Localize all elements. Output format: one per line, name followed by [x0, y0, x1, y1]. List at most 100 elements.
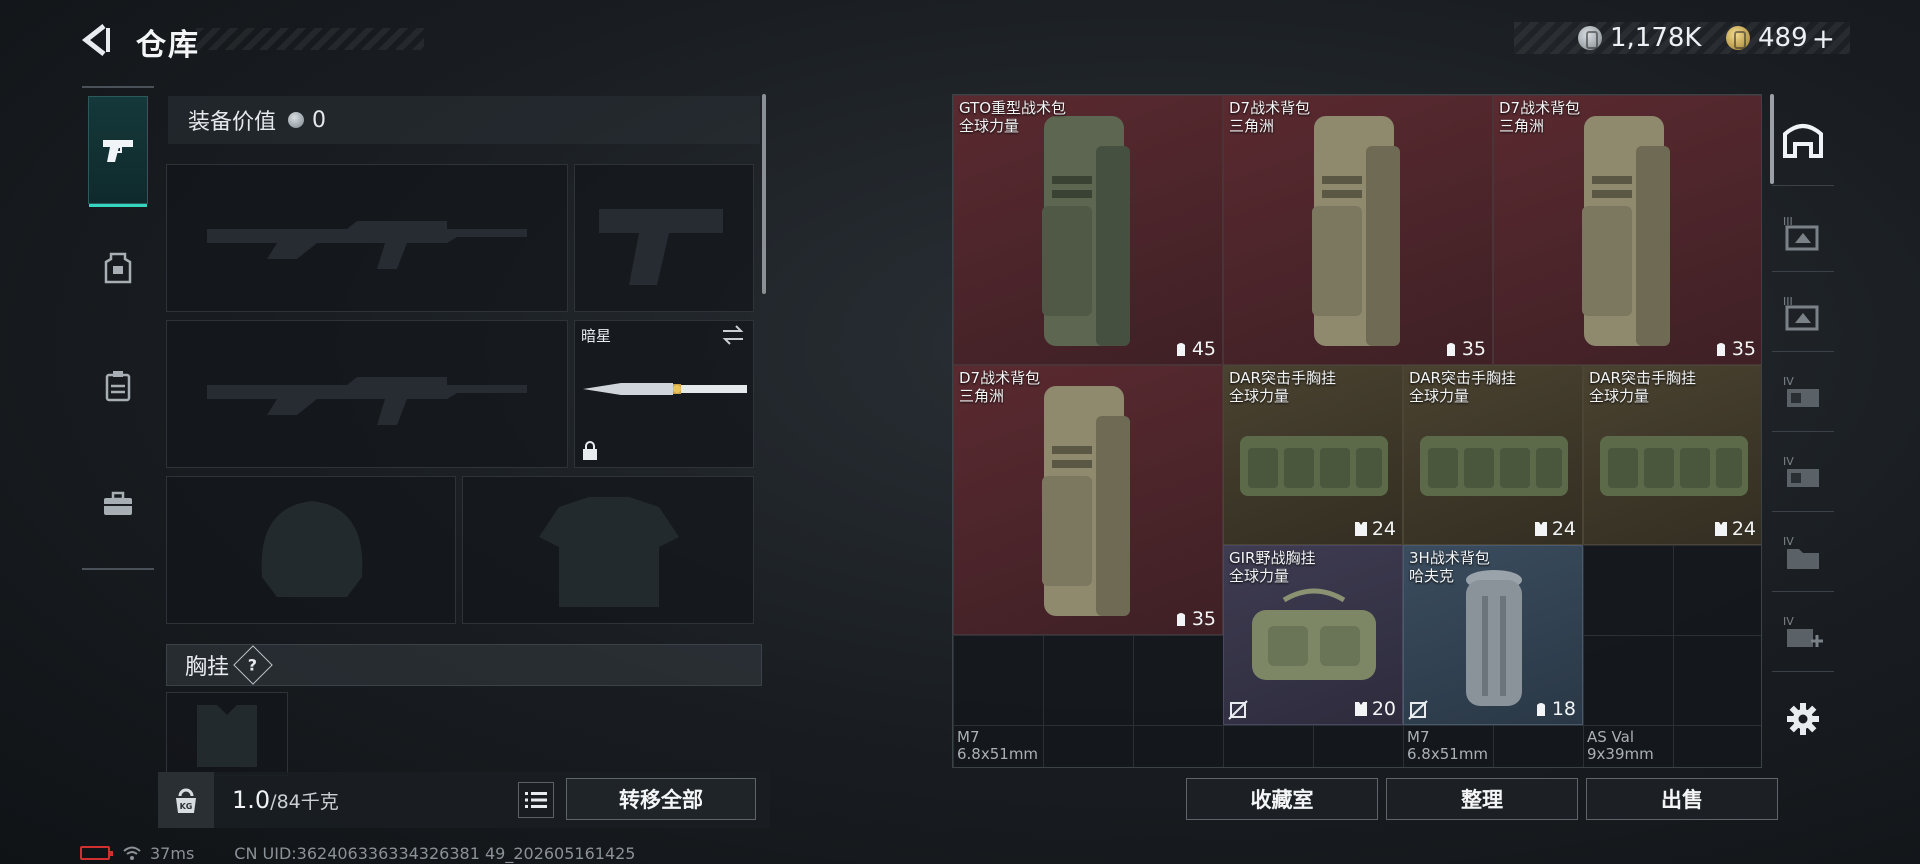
chest-rig-header: 胸挂 ? [166, 644, 762, 686]
item-capacity: 45 [1174, 338, 1216, 360]
item-name: GIR野战胸挂 全球力量 [1229, 549, 1316, 585]
stash-tab[interactable]: IV [1772, 434, 1834, 512]
armor-silhouette-icon [539, 497, 679, 607]
stash-item[interactable]: D7战术背包 三角洲 35 [1493, 95, 1761, 365]
armor-slot[interactable] [462, 476, 754, 624]
chest-rig-art-icon [1420, 436, 1568, 496]
stash-tab[interactable]: IV [1772, 354, 1834, 432]
stash-item[interactable]: 3H战术背包 哈夫克 18 [1403, 545, 1583, 725]
item-name: DAR突击手胸挂 全球力量 [1589, 369, 1696, 405]
collection-room-button[interactable]: 收藏室 [1186, 778, 1378, 820]
backpack-art-icon [1582, 116, 1670, 346]
item-name: 3H战术背包 哈夫克 [1409, 549, 1490, 585]
item-capacity: 18 [1534, 698, 1576, 720]
armor-plate-icon [104, 252, 132, 284]
item-name: DAR突击手胸挂 全球力量 [1409, 369, 1516, 405]
stash-item[interactable]: D7战术背包 三角洲 35 [953, 365, 1223, 635]
title-decoration [196, 28, 424, 50]
ammo-item[interactable]: M7 6.8x51mm [957, 729, 1038, 763]
backpack-icon [1176, 613, 1185, 626]
storage-icon [1783, 123, 1823, 158]
sort-button[interactable]: 整理 [1386, 778, 1578, 820]
helmet-silhouette-icon [261, 501, 363, 597]
primary-weapon-slot-2[interactable] [166, 320, 568, 468]
vest-icon [1534, 522, 1547, 536]
stash-item[interactable]: D7战术背包 三角洲 35 [1223, 95, 1493, 365]
back-arrow-icon [81, 24, 110, 56]
stash-tab[interactable]: IV [1772, 514, 1834, 592]
help-button[interactable]: ? [233, 645, 273, 685]
chest-rig-label: 胸挂 [185, 655, 230, 680]
item-capacity: 20 [1354, 698, 1396, 720]
ammo-item[interactable]: AS Val 9x39mm [1587, 729, 1654, 763]
svg-text:IV: IV [1783, 615, 1794, 628]
equipment-scrollbar[interactable] [762, 94, 766, 294]
back-button[interactable] [78, 22, 114, 58]
backpack-art-icon [1312, 116, 1400, 346]
tab-toolbox[interactable] [88, 450, 148, 558]
item-capacity: 24 [1354, 518, 1396, 540]
stash-tab[interactable]: IV [1772, 594, 1834, 672]
tab-weapons[interactable] [88, 96, 148, 207]
add-stash-page-icon: IV [1783, 615, 1823, 647]
stash-item[interactable]: DAR突击手胸挂 全球力量 24 [1403, 365, 1583, 545]
page-title: 仓库 [136, 28, 200, 63]
gold-currency[interactable]: 489 + [1726, 22, 1835, 55]
secondary-weapon-slot[interactable] [574, 164, 754, 312]
tab-chest-rig[interactable] [88, 332, 148, 440]
stash-item[interactable]: DAR突击手胸挂 全球力量 24 [1223, 365, 1403, 545]
item-capacity: 35 [1714, 338, 1756, 360]
chest-rig-art-icon [1600, 436, 1748, 496]
stash-item[interactable]: DAR突击手胸挂 全球力量 24 [1583, 365, 1761, 545]
ping-value: 37ms [150, 843, 195, 863]
weight-current: 1.0 [232, 786, 271, 814]
backpack-icon [1716, 343, 1725, 356]
rifle-silhouette-icon [207, 377, 527, 425]
silver-coin-icon [288, 112, 305, 128]
settings-button[interactable] [1772, 680, 1834, 758]
chest-rig-icon [105, 371, 131, 402]
item-capacity: 35 [1174, 608, 1216, 630]
list-view-button[interactable] [518, 782, 554, 818]
no-trade-icon [1228, 700, 1248, 720]
chest-rig-art-icon [1252, 588, 1376, 680]
backpack-icon [1536, 703, 1545, 716]
stash-page-icon: IV [1783, 375, 1819, 407]
duffel-bag-art-icon [1466, 570, 1522, 706]
battery-icon [80, 846, 113, 860]
swap-icon[interactable] [721, 325, 745, 345]
helmet-slot[interactable] [166, 476, 456, 624]
rifle-silhouette-icon [207, 221, 527, 269]
pistol-icon [103, 140, 133, 162]
primary-weapon-slot[interactable] [166, 164, 568, 312]
silver-amount: 1,178K [1610, 23, 1702, 53]
weight-max: /84千克 [270, 791, 339, 813]
weight-readout: 1.0/84千克 [232, 786, 339, 814]
stash-tab[interactable]: III [1772, 274, 1834, 352]
kg-label: KG [180, 802, 193, 811]
gold-coin-icon [1726, 26, 1750, 50]
silver-coin-icon [1578, 26, 1602, 50]
chest-rig-slot[interactable] [166, 692, 288, 776]
backpack-icon [1446, 343, 1455, 356]
stash-page-icon: III [1783, 215, 1819, 250]
add-currency-button[interactable]: + [1812, 22, 1835, 55]
item-capacity: 35 [1444, 338, 1486, 360]
tab-all-stash[interactable] [1772, 94, 1834, 186]
stash-tab[interactable]: III [1772, 194, 1834, 272]
equipment-value-bar: 装备价值 0 [168, 96, 760, 144]
stash-item[interactable]: GTO重型战术包 全球力量 45 [953, 95, 1223, 365]
melee-slot[interactable]: 暗星 [574, 320, 754, 468]
tab-armor[interactable] [88, 214, 148, 322]
stash-actions: 收藏室 整理 出售 [1186, 778, 1778, 820]
stash-item[interactable]: GIR野战胸挂 全球力量 20 [1223, 545, 1403, 725]
pistol-silhouette-icon [599, 209, 723, 285]
list-icon [525, 792, 547, 808]
help-icon: ? [248, 655, 258, 675]
gold-amount: 489 [1758, 23, 1808, 53]
stash-page-icon: IV [1783, 455, 1819, 487]
transfer-all-button[interactable]: 转移全部 [566, 778, 756, 820]
sell-button[interactable]: 出售 [1586, 778, 1778, 820]
ammo-item[interactable]: M7 6.8x51mm [1407, 729, 1488, 763]
equipment-value-label: 装备价值 [188, 110, 277, 135]
